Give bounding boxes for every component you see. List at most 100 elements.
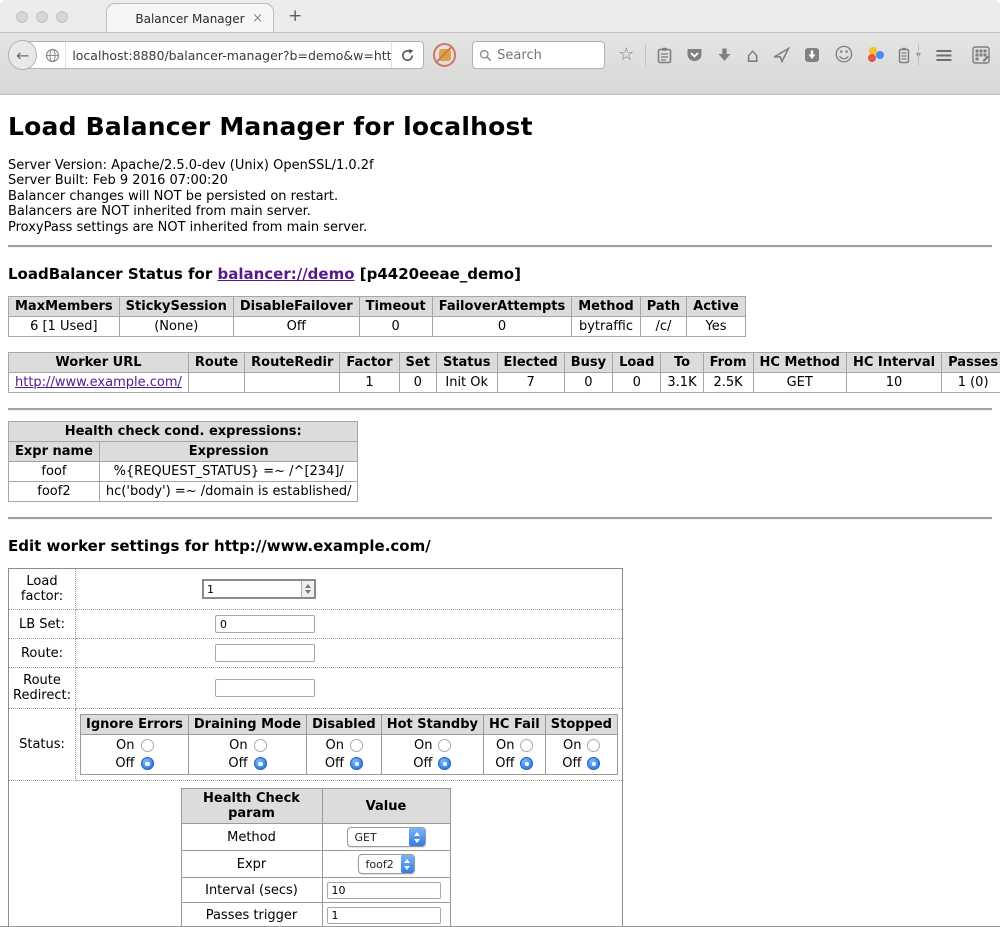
tab-title: Balancer Manager <box>135 12 244 26</box>
pocket-icon[interactable] <box>686 47 703 63</box>
reading-list-icon[interactable] <box>657 47 672 64</box>
load-factor-field[interactable]: 1 <box>202 579 316 599</box>
balancer-status-table: MaxMembers StickySession DisableFailover… <box>8 296 746 337</box>
table-row: foof2 hc('body') =~ /domain is establish… <box>9 482 358 502</box>
persist-note-line: Balancer changes will NOT be persisted o… <box>8 189 992 204</box>
toolbar-separator <box>645 44 646 66</box>
bookmark-star-icon[interactable]: ☆ <box>618 45 634 65</box>
field-label: LB Set: <box>9 610 76 639</box>
number-spinner-icon[interactable] <box>301 581 314 597</box>
select-stepper-icon <box>409 827 425 847</box>
route-field[interactable] <box>215 644 315 662</box>
form-row-status: Status: Ignore Errors Draining Mode Disa… <box>9 709 623 781</box>
draining-mode-off-radio[interactable] <box>254 757 267 770</box>
menu-icon[interactable]: ≡ <box>934 44 954 66</box>
tab-close-icon[interactable]: × <box>252 12 263 25</box>
grid-addon-icon[interactable] <box>972 46 990 64</box>
health-check-param-table: Health Check param Value Method GET <box>181 788 451 927</box>
table-row: foof %{REQUEST_STATUS} =~ /^[234]/ <box>9 462 358 482</box>
back-icon: ← <box>16 46 29 65</box>
health-check-expressions-table: Health check cond. expressions: Expr nam… <box>8 421 358 502</box>
worker-status-table: Worker URL Route RouteRedir Factor Set S… <box>8 352 1000 393</box>
select-stepper-icon <box>401 854 414 874</box>
disabled-off-radio[interactable] <box>350 757 363 770</box>
status-label: Status: <box>9 709 76 781</box>
form-row-load-factor: Load factor: 1 <box>9 569 623 610</box>
loadbalancer-status-heading: LoadBalancer Status for balancer://demo … <box>8 265 992 283</box>
table-caption-row: Health check cond. expressions: <box>9 422 358 442</box>
navigation-toolbar: ← localhost:8880/balancer-manager?b=demo… <box>0 33 1000 95</box>
route-redirect-field[interactable] <box>215 679 315 697</box>
search-input[interactable] <box>497 48 593 63</box>
reload-button[interactable] <box>391 42 423 68</box>
hc-expr-select[interactable]: foof2 <box>358 854 415 874</box>
search-icon <box>479 49 492 62</box>
stopped-off-radio[interactable] <box>587 757 600 770</box>
content-blocked-icon[interactable] <box>433 43 456 67</box>
zoom-window-button[interactable] <box>56 11 68 23</box>
home-icon[interactable]: ⌂ <box>746 45 759 65</box>
hc-interval-field[interactable] <box>327 882 441 899</box>
server-built-line: Server Built: Feb 9 2016 07:00:20 <box>8 173 992 188</box>
proxypass-note-line: ProxyPass settings are NOT inherited fro… <box>8 220 992 235</box>
table-row: Method GET <box>181 824 450 851</box>
edit-worker-heading: Edit worker settings for http://www.exam… <box>8 537 992 555</box>
table-header-row: Expr name Expression <box>9 442 358 462</box>
draining-mode-on-radio[interactable] <box>254 739 267 752</box>
ignore-errors-off-radio[interactable] <box>141 757 154 770</box>
url-bar[interactable]: localhost:8880/balancer-manager?b=demo&w… <box>25 41 423 69</box>
hc-fail-on-radio[interactable] <box>520 739 533 752</box>
hot-standby-off-radio[interactable] <box>438 757 451 770</box>
downloads-icon[interactable] <box>717 47 732 63</box>
divider <box>8 517 992 520</box>
status-radio-table: Ignore Errors Draining Mode Disabled Hot… <box>80 714 618 775</box>
table-row: Interval (secs) <box>181 878 450 903</box>
form-row-health-check: Health Check param Value Method GET <box>9 781 623 927</box>
ignore-errors-on-radio[interactable] <box>141 739 154 752</box>
browser-window: Balancer Manager × + ← localhost:8880/ba… <box>0 0 1000 927</box>
addon-download-box-icon[interactable] <box>804 47 820 63</box>
search-bar[interactable] <box>472 41 605 69</box>
tab-balancer-manager[interactable]: Balancer Manager × <box>106 3 274 34</box>
field-label: Route: <box>9 639 76 668</box>
traffic-lights <box>16 11 68 23</box>
toolbar-icons: ☆ ⌂ ☺ ▾ <box>618 44 921 66</box>
divider <box>8 245 992 248</box>
site-identity-globe-icon[interactable] <box>40 42 66 68</box>
field-label: Route Redirect: <box>9 668 76 709</box>
toolbar-separator <box>918 44 919 66</box>
table-row: Passes trigger <box>181 903 450 927</box>
hc-fail-off-radio[interactable] <box>520 757 533 770</box>
balancer-demo-link[interactable]: balancer://demo <box>217 265 354 283</box>
form-row-lb-set: LB Set: <box>9 610 623 639</box>
feedback-smiley-icon[interactable]: ☺ <box>834 45 854 65</box>
worker-url-link[interactable]: http://www.example.com/ <box>15 375 182 390</box>
table-header-row: Worker URL Route RouteRedir Factor Set S… <box>9 353 1000 373</box>
server-version-line: Server Version: Apache/2.5.0-dev (Unix) … <box>8 158 992 173</box>
new-tab-button[interactable]: + <box>288 6 302 26</box>
colorful-dots-addon-icon[interactable] <box>868 47 884 63</box>
table-row: 6 [1 Used] (None) Off 0 0 bytraffic /c/ … <box>9 317 746 337</box>
url-text[interactable]: localhost:8880/balancer-manager?b=demo&w… <box>66 48 390 63</box>
title-bar: Balancer Manager × + <box>0 0 1000 33</box>
divider <box>8 408 992 411</box>
container-battery-icon[interactable] <box>898 47 910 64</box>
close-window-button[interactable] <box>16 11 28 23</box>
stopped-on-radio[interactable] <box>587 739 600 752</box>
form-row-route: Route: <box>9 639 623 668</box>
hc-method-select[interactable]: GET <box>347 827 426 847</box>
server-info: Server Version: Apache/2.5.0-dev (Unix) … <box>8 158 992 235</box>
form-row-route-redirect: Route Redirect: <box>9 668 623 709</box>
page-content: Load Balancer Manager for localhost Serv… <box>0 95 1000 927</box>
page-title: Load Balancer Manager for localhost <box>8 95 992 141</box>
send-tab-icon[interactable] <box>773 47 790 63</box>
lb-set-field[interactable] <box>215 615 315 633</box>
hc-passes-field[interactable] <box>327 907 441 924</box>
disabled-on-radio[interactable] <box>350 739 363 752</box>
toolbar-right: ≡ <box>921 44 990 66</box>
minimize-window-button[interactable] <box>36 11 48 23</box>
field-label: Load factor: <box>9 569 76 610</box>
table-header-row: Ignore Errors Draining Mode Disabled Hot… <box>81 715 618 735</box>
hot-standby-on-radio[interactable] <box>438 739 451 752</box>
table-header-row: MaxMembers StickySession DisableFailover… <box>9 297 746 317</box>
